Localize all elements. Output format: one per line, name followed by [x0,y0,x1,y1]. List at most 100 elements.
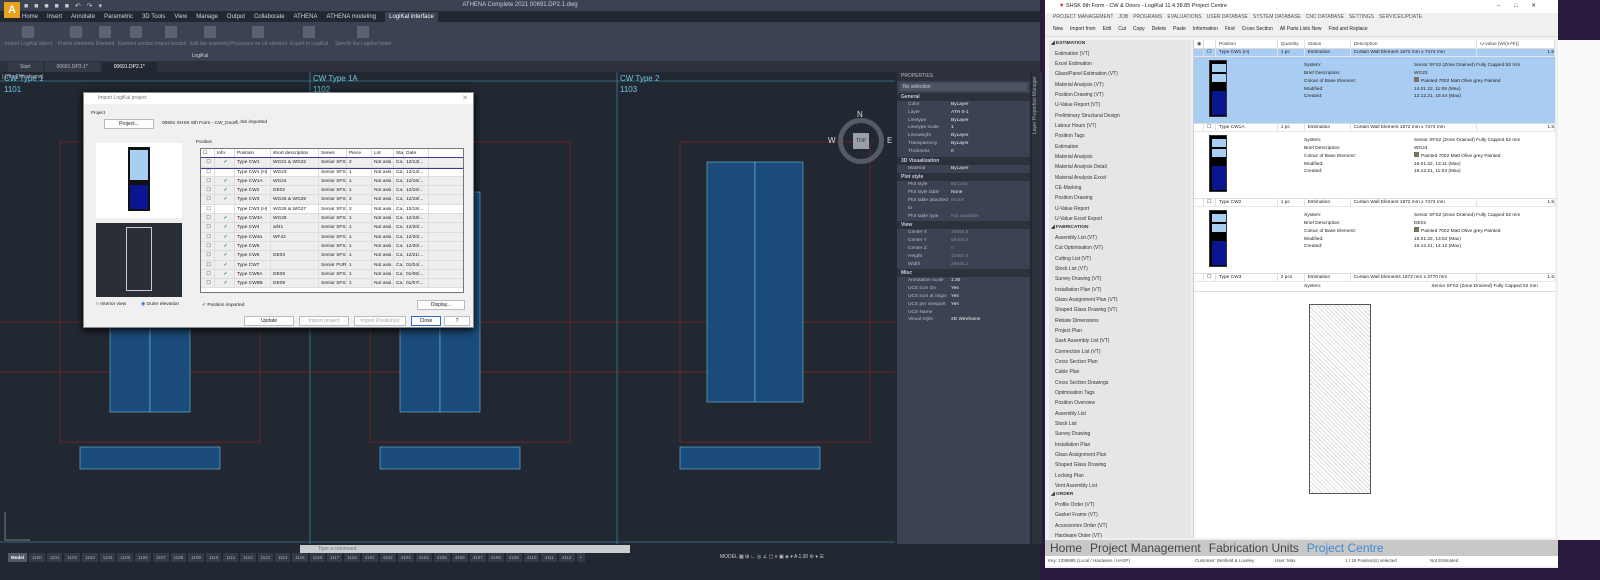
row-checkbox[interactable]: ☐ [201,232,215,241]
tree-item[interactable]: Position Tags [1049,131,1191,141]
layout-tab[interactable]: 1104 [99,553,116,562]
tree-item[interactable]: Accessories Order (VT) [1049,521,1191,531]
row-checkbox[interactable]: ☐ [201,260,215,269]
column-header[interactable]: Series [319,149,347,158]
layout-tab[interactable]: 1118 [344,553,360,562]
property-row[interactable]: Linetype ByLayer [897,117,1030,125]
column-header[interactable]: Position [1216,40,1278,48]
ribbon-button[interactable]: Element [96,26,114,47]
toolbar-button[interactable]: Cut [1118,22,1126,36]
ribbon-tab[interactable]: Parametric [104,12,133,22]
row-checkbox[interactable]: ☐ [201,279,215,288]
ribbon-button[interactable]: Frame elements [58,26,94,47]
table-row[interactable]: ☐ Type CW3 (H)WG26 & WG27Senior SFS2...2N… [201,204,463,215]
tree-item[interactable]: Sash Assembly List (VT) [1049,336,1191,346]
tree-item[interactable]: Profile Order (VT) [1049,500,1191,510]
tree-item[interactable]: Glass/Panel Estimation (VT) [1049,69,1191,79]
row-checkbox[interactable]: ☐ [1204,274,1216,281]
layout-tab[interactable]: 1115 [292,553,308,562]
layout-tab[interactable]: 1101 [46,553,63,562]
column-header[interactable]: Info [215,149,235,158]
ribbon-tab[interactable]: Home [22,12,38,22]
position-row[interactable]: ☐ Type CW1 (H) 1 pc Estimation Curtain Wall … [1194,49,1555,57]
ribbon-button[interactable]: Import section [155,26,186,47]
ribbon-tab[interactable]: Insert [47,12,62,22]
tree-item[interactable]: Optimisation Tags [1049,388,1191,398]
layout-tab[interactable]: 1110 [205,553,222,562]
layout-tab[interactable]: 1105 [117,553,134,562]
tree-item[interactable]: Shaped Glass Drawing [1049,460,1191,470]
tree-item[interactable]: Rebate Dimensions [1049,316,1191,326]
property-row[interactable]: Plot style ByColor [897,181,1030,189]
project-button[interactable]: Project... [104,119,154,129]
row-checkbox[interactable]: ☐ [201,195,215,204]
tree-section[interactable]: ◢ FABRICATION [1049,224,1191,233]
toolbar-button[interactable]: Edit [1103,22,1112,36]
row-checkbox[interactable]: ☐ [201,241,215,251]
menu-item[interactable]: USER DATABASE [1207,13,1248,22]
property-row[interactable]: Transparency ByLayer [897,140,1030,148]
ribbon-tab[interactable]: Collaborate [254,12,285,22]
ribbon-button[interactable]: Element section [118,26,154,47]
tree-item[interactable]: Cutting List (VT) [1049,254,1191,264]
property-row[interactable]: Plot table type Not available [897,213,1030,221]
row-checkbox[interactable]: ☐ [201,214,215,223]
tree-item[interactable]: Assembly List [1049,409,1191,419]
layout-tab[interactable]: 4103 [397,553,414,562]
column-header[interactable] [1204,40,1216,48]
tree-item[interactable]: Survey Drawing [1049,429,1191,439]
layout-tab[interactable]: 4106 [451,553,468,562]
ribbon-button[interactable]: Specify the LogiKal folder [335,26,392,47]
nav-item[interactable]: Home [1050,540,1082,556]
property-row[interactable]: Material ByLayer [897,165,1030,173]
tree-item[interactable]: Cable Plan [1049,367,1191,377]
toolbar-button[interactable]: Copy [1133,22,1145,36]
layout-tab[interactable]: 4107 [469,553,486,562]
position-row[interactable]: ☐ Type CW1A 1 pc Estimation Curtain Wall Ele… [1194,124,1555,132]
property-row[interactable]: Layer ATH 0-1 [897,109,1030,117]
tree-item[interactable]: Glass Assignment Plan [1049,450,1191,460]
model-space-toggle[interactable]: MODEL [720,554,738,560]
layout-tab[interactable]: 4111 [541,553,557,562]
tree-item[interactable]: Material Analysis [1049,152,1191,162]
position-row[interactable]: ☐ Type CW2 1 pc Estimation Curtain Wall Elem… [1194,199,1555,207]
table-row[interactable]: ☐✓Type CW1AWG24Senior SFS2...1Not assi..… [201,176,463,187]
ribbon-tab[interactable]: 3D Tools [142,12,165,22]
layout-tab[interactable]: 4108 [487,553,504,562]
interior-view-radio[interactable]: ○ Interior view [96,302,126,307]
tree-item[interactable]: Excel Estimation [1049,59,1191,69]
layout-tab[interactable]: 1113 [257,553,273,562]
tree-item[interactable]: Survey Drawing (VT) [1049,274,1191,284]
row-checkbox[interactable]: ☐ [201,223,215,232]
menu-item[interactable]: PROGRAMS [1133,13,1162,22]
column-header[interactable]: Quantity [1278,40,1305,48]
property-row[interactable]: Visual Style 2D Wireframe [897,316,1030,324]
row-checkbox[interactable]: ☐ [1204,49,1216,56]
tree-item[interactable]: Vent Assembly List [1049,481,1191,491]
position-item[interactable]: ☐ Type CW2 1 pc Estimation Curtain Wall Elem… [1194,199,1555,274]
annotation-scale[interactable]: 1:30 [798,554,808,560]
layout-tab[interactable]: 4101 [361,553,378,562]
toolbar-button[interactable]: Paste [1173,22,1186,36]
row-checkbox[interactable]: ☐ [201,176,215,186]
toolbar-button[interactable]: New [1053,22,1063,36]
property-section[interactable]: Misc [897,269,1030,278]
column-header[interactable]: short description [271,149,319,158]
column-header[interactable]: Piece [347,149,372,158]
layout-tab[interactable]: + [576,553,586,562]
selection-dropdown[interactable]: No selection [900,83,1027,91]
table-row[interactable]: ☐✓Type CW2DE02Senior SFS2...1Not assi...… [201,186,463,196]
ribbon-button[interactable]: Processes on LK element [230,26,287,47]
column-header[interactable]: ☐ [201,149,215,158]
layout-tab[interactable]: 4105 [433,553,450,562]
layout-tab[interactable]: 4110 [523,553,540,562]
tree-item[interactable]: Stock List [1049,419,1191,429]
property-section[interactable]: 3D Visualization [897,156,1030,165]
toolbar-button[interactable]: All Parts Lists New [1280,22,1322,36]
table-row[interactable]: ☐✓Type CW4aWF42Senior SFS2...1Not assi..… [201,232,463,242]
import-project-button[interactable]: Import project [299,316,349,326]
property-row[interactable]: Plot style table None [897,189,1030,197]
property-row[interactable]: Linetype scale 1 [897,124,1030,132]
close-button[interactable]: Close [411,316,441,326]
layout-tab[interactable]: 1107 [152,553,169,562]
